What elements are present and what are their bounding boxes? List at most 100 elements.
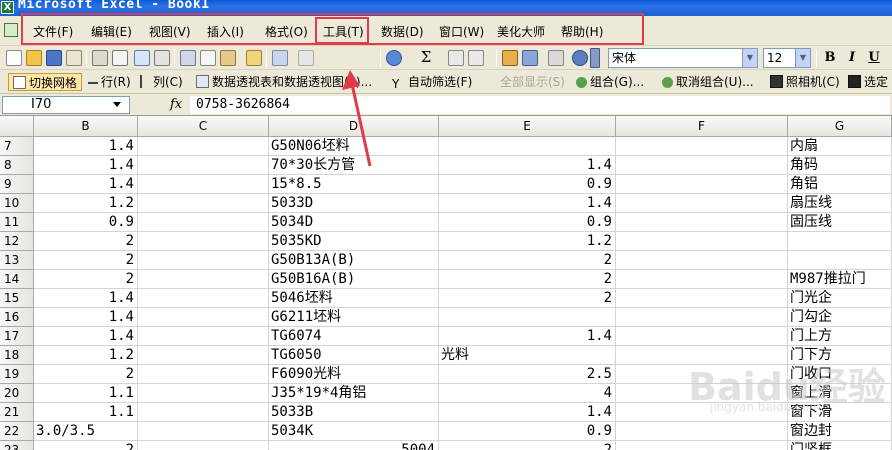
row-header[interactable]: 8 xyxy=(0,156,34,175)
cell-e[interactable]: 2.5 xyxy=(439,365,616,384)
cell-b[interactable]: 1.4 xyxy=(34,137,138,156)
cell-g[interactable]: 门下方 xyxy=(788,346,892,365)
chevron-down-icon[interactable]: ▼ xyxy=(742,49,757,67)
italic-button[interactable]: I xyxy=(842,49,862,67)
row-header[interactable]: 7 xyxy=(0,137,34,156)
cell-c[interactable] xyxy=(138,137,269,156)
cell-b[interactable]: 1.4 xyxy=(34,175,138,194)
hyperlink-icon[interactable] xyxy=(386,50,402,66)
group-button[interactable]: 组合(G)... xyxy=(576,73,644,91)
column-header-e[interactable]: E xyxy=(439,116,616,137)
autofilter-button[interactable]: Y 自动筛选(F) xyxy=(392,73,472,91)
cell-d[interactable]: 5033D xyxy=(269,194,439,213)
cell-e[interactable]: 2 xyxy=(439,289,616,308)
paste-icon[interactable] xyxy=(220,50,236,66)
cell-d[interactable]: 5004 xyxy=(269,441,439,450)
cell-g[interactable]: M987推拉门 xyxy=(788,270,892,289)
autosum-icon[interactable]: Σ xyxy=(418,50,434,66)
cell-f[interactable] xyxy=(616,137,788,156)
ungroup-button[interactable]: 取消组合(U)... xyxy=(662,73,754,91)
cell-f[interactable] xyxy=(616,346,788,365)
row-header[interactable]: 14 xyxy=(0,270,34,289)
bold-button[interactable]: B xyxy=(820,49,840,67)
cell-c[interactable] xyxy=(138,289,269,308)
row-button[interactable]: 行(R) xyxy=(88,73,131,91)
cell-f[interactable] xyxy=(616,175,788,194)
row-header[interactable]: 23 xyxy=(0,441,34,450)
cell-b[interactable]: 1.4 xyxy=(34,156,138,175)
menu-insert[interactable]: 插入(I) xyxy=(207,23,244,41)
cell-c[interactable] xyxy=(138,346,269,365)
cell-b[interactable]: 2 xyxy=(34,270,138,289)
cell-b[interactable]: 1.4 xyxy=(34,308,138,327)
cell-c[interactable] xyxy=(138,194,269,213)
print-preview-icon[interactable] xyxy=(112,50,128,66)
switch-grid-button[interactable]: 切换网格 xyxy=(8,73,83,91)
cell-d[interactable]: 5046坯料 xyxy=(269,289,439,308)
column-button[interactable]: 列(C) xyxy=(140,73,183,91)
cell-d[interactable]: 15*8.5 xyxy=(269,175,439,194)
cell-c[interactable] xyxy=(138,213,269,232)
cell-f[interactable] xyxy=(616,251,788,270)
row-header[interactable]: 10 xyxy=(0,194,34,213)
row-header[interactable]: 15 xyxy=(0,289,34,308)
row-header[interactable]: 12 xyxy=(0,232,34,251)
cell-c[interactable] xyxy=(138,156,269,175)
cell-f[interactable] xyxy=(616,422,788,441)
cell-c[interactable] xyxy=(138,365,269,384)
cell-c[interactable] xyxy=(138,232,269,251)
column-header-d[interactable]: D xyxy=(269,116,439,137)
cell-b[interactable]: 2 xyxy=(34,441,138,450)
cell-b[interactable]: 1.1 xyxy=(34,403,138,422)
cell-f[interactable] xyxy=(616,308,788,327)
chevron-down-icon[interactable] xyxy=(113,102,121,107)
cell-g[interactable]: 内扇 xyxy=(788,137,892,156)
cell-e[interactable]: 1.2 xyxy=(439,232,616,251)
row-header[interactable]: 17 xyxy=(0,327,34,346)
cell-f[interactable] xyxy=(616,327,788,346)
cell-e[interactable]: 2 xyxy=(439,441,616,450)
row-header[interactable]: 19 xyxy=(0,365,34,384)
worksheet-grid[interactable]: B C D E F G 7 1.4 G50N06坯料 内扇 8 1.4 70*30长方管 1.… xyxy=(0,116,892,450)
permission-icon[interactable] xyxy=(66,50,82,66)
menu-help[interactable]: 帮助(H) xyxy=(561,23,603,41)
cell-e[interactable]: 1.4 xyxy=(439,403,616,422)
cell-e[interactable]: 4 xyxy=(439,384,616,403)
cell-f[interactable] xyxy=(616,441,788,450)
cell-d[interactable]: G50B13A(B) xyxy=(269,251,439,270)
cell-d[interactable]: G50N06坯料 xyxy=(269,137,439,156)
cell-e[interactable]: 1.4 xyxy=(439,327,616,346)
redo-icon[interactable] xyxy=(298,50,314,66)
cell-d[interactable]: G50B16A(B) xyxy=(269,270,439,289)
name-box[interactable]: I70 xyxy=(2,96,130,114)
cell-f[interactable] xyxy=(616,232,788,251)
open-folder-icon[interactable] xyxy=(26,50,42,66)
cell-d[interactable]: 5034K xyxy=(269,422,439,441)
row-header[interactable]: 11 xyxy=(0,213,34,232)
cell-d[interactable]: J35*19*4角铝 xyxy=(269,384,439,403)
cell-b[interactable]: 1.2 xyxy=(34,194,138,213)
sort-ascending-icon[interactable] xyxy=(448,50,464,66)
menu-tools[interactable]: 工具(T) xyxy=(323,23,364,41)
fx-icon[interactable]: fx xyxy=(170,96,188,114)
cell-g[interactable]: 门上方 xyxy=(788,327,892,346)
show-all-button[interactable]: 全部显示(S) xyxy=(500,73,565,91)
workbook-icon[interactable] xyxy=(4,23,18,37)
column-header-b[interactable]: B xyxy=(34,116,138,137)
chevron-down-icon[interactable]: ▼ xyxy=(795,49,810,67)
cell-g[interactable]: 门收口 xyxy=(788,365,892,384)
row-header[interactable]: 18 xyxy=(0,346,34,365)
cell-d[interactable]: TG6074 xyxy=(269,327,439,346)
cell-g[interactable]: 门光企 xyxy=(788,289,892,308)
column-header-g[interactable]: G xyxy=(788,116,892,137)
menu-format[interactable]: 格式(O) xyxy=(265,23,308,41)
cell-g[interactable]: 门勾企 xyxy=(788,308,892,327)
cell-e[interactable]: 0.9 xyxy=(439,213,616,232)
row-header[interactable]: 21 xyxy=(0,403,34,422)
print-icon[interactable] xyxy=(92,50,108,66)
cell-c[interactable] xyxy=(138,422,269,441)
cell-d[interactable]: F6090光料 xyxy=(269,365,439,384)
cell-f[interactable] xyxy=(616,403,788,422)
help-icon[interactable] xyxy=(572,50,588,66)
row-header[interactable]: 9 xyxy=(0,175,34,194)
